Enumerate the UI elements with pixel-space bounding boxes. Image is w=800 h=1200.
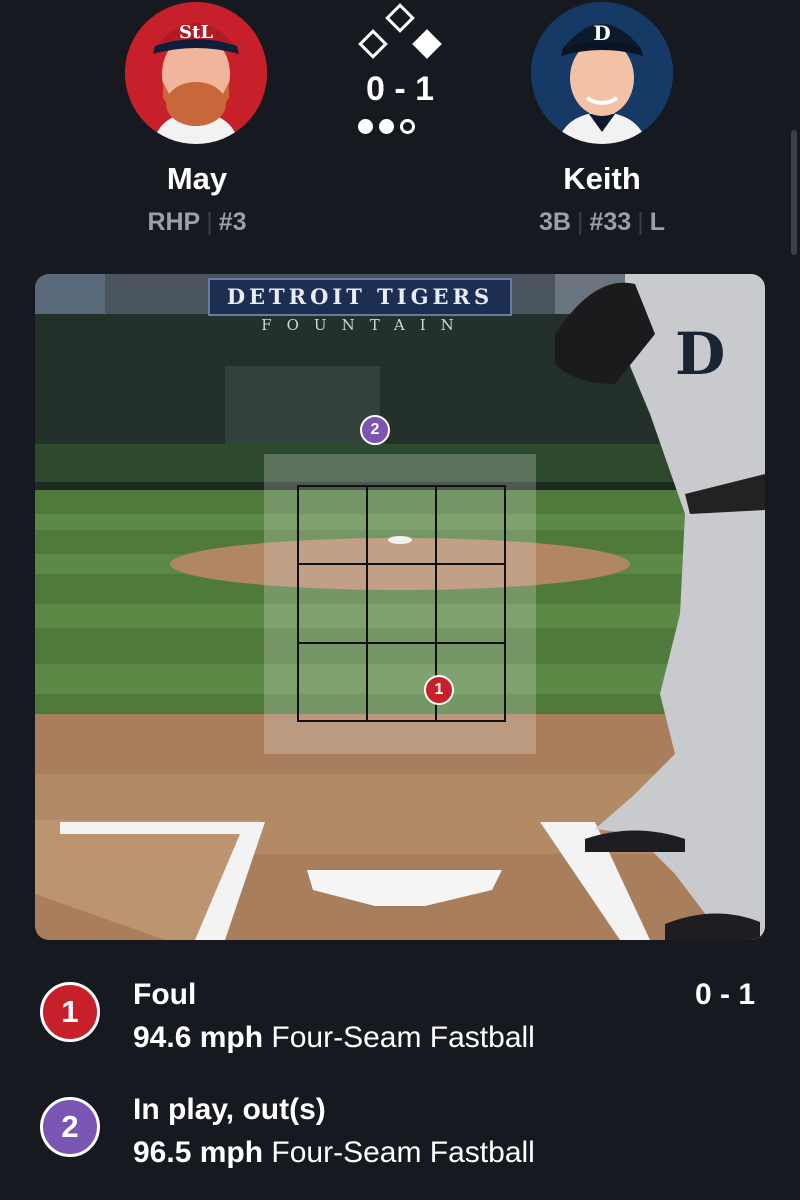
pitch-speed: 96.5 mph — [133, 1136, 264, 1169]
pitch-number-badge: 1 — [40, 982, 100, 1042]
out-dot-3 — [400, 119, 415, 134]
zone-cell — [298, 642, 367, 721]
third-base-icon — [358, 29, 388, 59]
count-display: 0 - 1 — [365, 70, 435, 108]
bases-diamond — [358, 3, 442, 59]
batter-avatar[interactable]: D — [531, 2, 673, 144]
tigers-cap-logo: D — [593, 21, 610, 45]
pitch-detail: 96.5 mph Four-Seam Fastball — [133, 1136, 535, 1170]
batter-meta: 3B | #33 | L — [472, 208, 732, 237]
scrollbar[interactable] — [791, 130, 797, 255]
pitch-marker-2[interactable]: 2 — [360, 415, 390, 445]
pitch-count: 0 - 1 — [694, 978, 755, 1011]
pitch-detail: 94.6 mph Four-Seam Fastball — [133, 1021, 535, 1055]
cardinals-cap-logo: StL — [179, 22, 213, 43]
out-dot-2 — [379, 119, 394, 134]
pitcher-position: RHP — [147, 208, 201, 236]
batter-name[interactable]: Keith — [482, 161, 722, 197]
second-base-icon — [385, 3, 415, 33]
pitch-number-badge: 2 — [40, 1097, 100, 1157]
batter-position: 3B — [539, 208, 571, 236]
pitcher-portrait: StL — [125, 2, 267, 144]
meta-separator: | — [206, 208, 213, 236]
zone-cell — [298, 564, 367, 643]
first-base-icon — [412, 29, 442, 59]
pitcher-meta: RHP | #3 — [67, 208, 327, 237]
batter-number: #33 — [589, 208, 632, 236]
stadium-sign-title: DETROIT TIGERS — [208, 278, 512, 316]
pitch-speed: 94.6 mph — [133, 1021, 264, 1054]
pitch-type: Four-Seam Fastball — [271, 1021, 535, 1054]
meta-separator: | — [576, 208, 584, 236]
zone-cell — [367, 486, 436, 565]
zone-cell — [436, 486, 505, 565]
stadium-sign-subtitle: FOUNTAIN — [261, 316, 469, 334]
strike-zone-grid — [297, 485, 506, 722]
pitcher-avatar[interactable]: StL — [125, 2, 267, 144]
zone-cell — [367, 564, 436, 643]
pitcher-number: #3 — [218, 208, 247, 236]
pitch-marker-1[interactable]: 1 — [424, 675, 454, 705]
pitcher-name[interactable]: May — [77, 161, 317, 197]
batter-portrait: D — [531, 2, 673, 144]
out-dot-1 — [358, 119, 373, 134]
meta-separator: | — [637, 208, 644, 236]
outs-indicator — [358, 119, 415, 134]
jersey-logo: D — [675, 320, 725, 388]
batter-bats: L — [649, 208, 665, 236]
pitch-type: Four-Seam Fastball — [271, 1136, 535, 1169]
zone-cell — [436, 564, 505, 643]
zone-cell — [298, 486, 367, 565]
pitch-result: Foul — [133, 978, 197, 1011]
strike-zone-view: D DETROIT TIGERS FOUNTAIN 1 2 — [35, 274, 765, 940]
pitch-result: In play, out(s) — [133, 1093, 326, 1126]
